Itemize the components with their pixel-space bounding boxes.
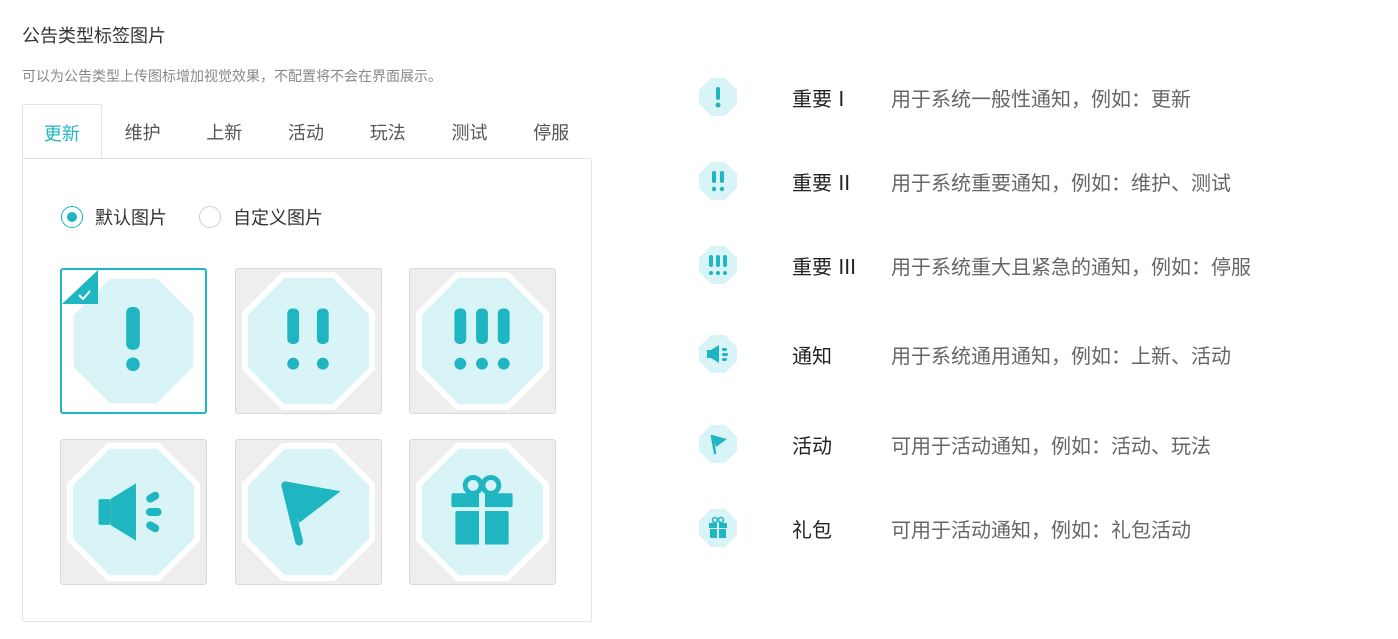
tab-update[interactable]: 更新 xyxy=(22,104,102,160)
radio-default-image[interactable]: 默认图片 xyxy=(61,204,167,230)
megaphone-icon xyxy=(66,442,201,582)
legend-description: 用于系统重大且紧急的通知，例如：停服 xyxy=(891,254,1251,279)
gift-icon xyxy=(415,442,550,582)
legend-name: 重要 I xyxy=(792,86,845,111)
radio-custom-image-label: 自定义图片 xyxy=(233,208,323,229)
exclamation-triple-icon xyxy=(699,246,737,284)
legend-name: 重要 III xyxy=(792,254,857,279)
legend-row: 重要 III 用于系统重大且紧急的通知，例如：停服 xyxy=(698,245,1251,285)
legend-description: 用于系统重要通知，例如：维护、测试 xyxy=(891,170,1231,195)
radio-unchecked-indicator[interactable] xyxy=(199,206,221,228)
legend-description: 用于系统通用通知，例如：上新、活动 xyxy=(891,343,1231,368)
legend-row: 重要 II 用于系统重要通知，例如：维护、测试 xyxy=(698,161,1231,201)
icon-tile-gift[interactable] xyxy=(409,439,556,585)
legend-name: 活动 xyxy=(792,433,832,458)
megaphone-icon xyxy=(699,335,737,373)
exclamation-double-icon xyxy=(241,271,376,411)
flag-icon xyxy=(241,442,376,582)
gift-icon xyxy=(699,509,737,547)
tab-event[interactable]: 活动 xyxy=(265,104,347,160)
legend-name: 礼包 xyxy=(792,517,832,542)
legend-description: 可用于活动通知，例如：活动、玩法 xyxy=(891,433,1211,458)
image-source-radio-group: 默认图片 自定义图片 xyxy=(61,204,355,230)
icon-tile-exclamation-single[interactable] xyxy=(60,268,207,414)
radio-custom-image[interactable]: 自定义图片 xyxy=(199,204,323,230)
tab-maintenance[interactable]: 维护 xyxy=(102,104,184,160)
exclamation-triple-icon xyxy=(415,271,550,411)
tab-panel: 默认图片 自定义图片 xyxy=(22,158,592,622)
icon-tile-megaphone[interactable] xyxy=(60,439,207,585)
legend-name: 重要 II xyxy=(792,170,851,195)
icon-tile-exclamation-double[interactable] xyxy=(235,268,382,414)
radio-checked-indicator[interactable] xyxy=(61,206,83,228)
tab-shutdown[interactable]: 停服 xyxy=(510,104,592,160)
legend-row: 礼包 可用于活动通知，例如：礼包活动 xyxy=(698,508,1191,548)
tab-gameplay[interactable]: 玩法 xyxy=(347,104,429,160)
icon-tile-flag[interactable] xyxy=(235,439,382,585)
selected-check-icon xyxy=(62,270,98,304)
exclamation-single-icon xyxy=(699,78,737,116)
legend-description: 可用于活动通知，例如：礼包活动 xyxy=(891,517,1191,542)
tab-test[interactable]: 测试 xyxy=(429,104,511,160)
legend-row: 重要 I 用于系统一般性通知，例如：更新 xyxy=(698,77,1191,117)
legend-name: 通知 xyxy=(792,343,832,368)
type-tabs: 更新 维护 上新 活动 玩法 测试 停服 xyxy=(22,104,592,160)
section-title: 公告类型标签图片 xyxy=(22,26,166,47)
tab-new-release[interactable]: 上新 xyxy=(183,104,265,160)
icon-tile-exclamation-triple[interactable] xyxy=(409,268,556,414)
legend-row: 活动 可用于活动通知，例如：活动、玩法 xyxy=(698,424,1211,464)
legend-description: 用于系统一般性通知，例如：更新 xyxy=(891,86,1191,111)
section-description: 可以为公告类型上传图标增加视觉效果，不配置将不会在界面展示。 xyxy=(22,69,442,85)
radio-default-image-label: 默认图片 xyxy=(95,208,167,229)
exclamation-double-icon xyxy=(699,162,737,200)
flag-icon xyxy=(699,425,737,463)
legend-row: 通知 用于系统通用通知，例如：上新、活动 xyxy=(698,334,1231,374)
